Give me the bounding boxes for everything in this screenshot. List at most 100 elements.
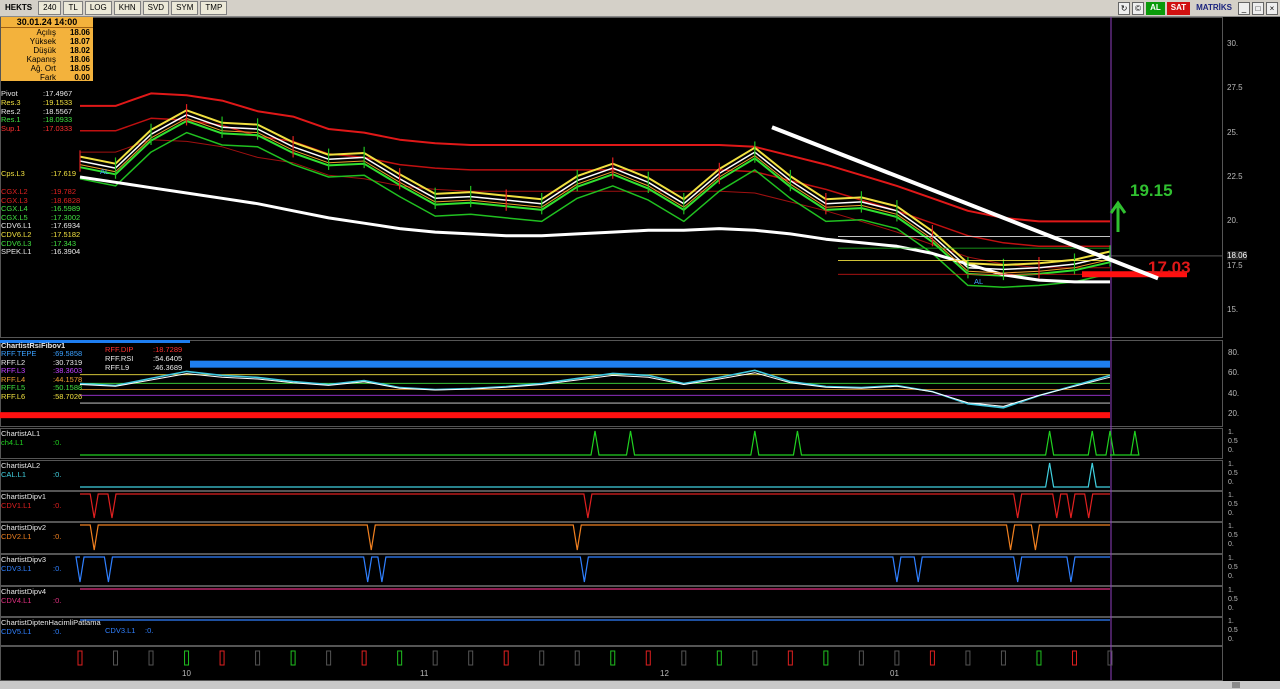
sub-line-value: :0. — [53, 596, 62, 605]
sub-axis-tick: 0. — [1228, 479, 1234, 486]
price-axis-tick: 17.5 — [1227, 260, 1243, 270]
sub-axis-tick: 0. — [1228, 636, 1234, 643]
indicator-label-value: :17.619 — [51, 169, 77, 178]
volume-bar — [1036, 650, 1042, 666]
indicator-label-name: RFF.L9 — [105, 363, 130, 372]
sub-line-value: :0. — [53, 564, 62, 573]
sub-axis-tick: 0.5 — [1228, 532, 1238, 539]
info-row-value: 18.02 — [69, 46, 90, 55]
indicator-label-value: :58.7026 — [53, 392, 83, 401]
volume-bar — [290, 650, 296, 666]
sub-panel-line-label: CDV5.L1 :0. — [1, 627, 61, 636]
volume-bar — [219, 650, 225, 666]
sub-axis-tick: 1. — [1228, 523, 1234, 530]
sub-line-name: CDV2.L1 — [1, 532, 32, 541]
indicator-label-name: SPEK.L1 — [1, 247, 32, 257]
horizontal-scrollbar[interactable] — [0, 681, 1280, 689]
price-axis-tick: 15. — [1227, 305, 1239, 315]
volume-bar — [361, 650, 367, 666]
volume-bar — [858, 650, 864, 666]
sub-line-name: CDV1.L1 — [1, 501, 32, 510]
indicator-label: RFF.L6 :58.7026 — [1, 392, 82, 401]
info-row: Düşük 18.02 — [1, 46, 93, 55]
indicator-label: Sup.1 :17.0333 — [1, 124, 72, 133]
sub-line-name: CDV4.L1 — [1, 596, 32, 605]
indicator-label-value: :19.1533 — [43, 97, 73, 107]
sub-axis-tick: 0.5 — [1228, 470, 1238, 477]
current-price-tag: 18.06 — [1227, 250, 1248, 260]
info-row-label: Düşük — [33, 46, 56, 55]
sub-axis-tick: 0.5 — [1228, 438, 1238, 445]
volume-bar — [965, 650, 971, 666]
indicator-label-name: Res.2 — [1, 106, 21, 116]
info-row-value: 18.07 — [69, 37, 90, 46]
rsi-axis-tick: 60. — [1228, 368, 1240, 378]
cdv3-extra-value: :0. — [145, 626, 154, 635]
info-row-value: 18.05 — [69, 64, 90, 73]
rsi-axis-tick: 80. — [1228, 348, 1240, 358]
sub-panel-title: ChartistDipv2 — [1, 523, 47, 532]
indicator-label-name: RFF.L6 — [1, 392, 26, 401]
info-row-value: 18.06 — [69, 55, 90, 64]
info-row: Kapanış 18.06 — [1, 55, 93, 64]
price-axis-tick: 30. — [1227, 38, 1239, 48]
volume-bar — [148, 650, 154, 666]
resistance-line-2 — [80, 117, 1110, 248]
info-row: Yüksek 18.07 — [1, 37, 93, 46]
info-row: Açılış 18.06 — [1, 28, 93, 37]
info-row-label: Yüksek — [29, 37, 56, 46]
sub-axis-tick: 0. — [1228, 541, 1234, 548]
up-arrow-icon — [1109, 200, 1127, 232]
sub-axis-tick: 0. — [1228, 605, 1234, 612]
al-marker-1: AL — [100, 167, 110, 176]
indicator-label-value: :16.3904 — [51, 247, 81, 257]
volume-bar — [894, 650, 900, 666]
indicator-label: RFF.DIP :18.7289 — [105, 345, 182, 354]
indicator-label: Pivot:17.4967 — [1, 89, 72, 98]
sub-axis-tick: 0. — [1228, 447, 1234, 454]
chart-canvas — [0, 17, 1223, 681]
indicator-label-value: :17.0333 — [43, 124, 73, 134]
sub-panel-title: ChartistDipv4 — [1, 587, 47, 596]
volume-bar — [326, 650, 332, 666]
sub-panel-line-label: CDV1.L1:0. — [1, 501, 61, 510]
panel-frame — [0, 17, 1223, 338]
price-axis-tick: 27.5 — [1227, 83, 1243, 93]
info-row: Fark 0.00 — [1, 73, 93, 82]
rsi-axis-tick: 20. — [1228, 408, 1240, 418]
indicator-label: Res.1:18.0933 — [1, 115, 72, 124]
sub-axis-tick: 0.5 — [1228, 501, 1238, 508]
volume-bar — [255, 650, 261, 666]
volume-bar — [823, 650, 829, 666]
sub-axis-tick: 1. — [1228, 587, 1234, 594]
sub-line-name: ch4.L1 — [1, 438, 24, 447]
indicator-label-name: Cps.L3 — [1, 169, 25, 178]
sub-line-value: :0. — [53, 627, 62, 636]
sub-panel-title: ChartistAL1 — [1, 429, 41, 438]
signal-line-al2 — [80, 462, 1110, 488]
sub-panel-title: ChartistAL2 — [1, 461, 41, 470]
volume-bar — [929, 650, 935, 666]
sub-line-value: :0. — [53, 438, 62, 447]
indicator-label-value: :18.0933 — [43, 115, 73, 125]
sub-line-name: CDV5.L1 — [1, 627, 32, 636]
price-axis-tick: 22.5 — [1227, 172, 1243, 181]
sub-axis-tick: 0.5 — [1228, 627, 1238, 634]
rsi-axis-tick: 40. — [1228, 388, 1240, 398]
x-axis-tick: 12 — [660, 669, 669, 678]
indicator-label-name: RFF.DIP — [105, 345, 134, 354]
sub-line-name: CDV3.L1 — [1, 564, 32, 573]
sub-panel-line-label: ch4.L1 :0. — [1, 438, 61, 447]
scrollbar-thumb[interactable] — [1232, 682, 1240, 688]
sub-axis-tick: 1. — [1228, 429, 1234, 436]
indicator-label-value: :18.5567 — [43, 106, 73, 116]
ohlc-info-box: 30.01.24 14:00 Açılış 18.06 Yüksek 18.07 Düş… — [1, 17, 93, 82]
indicator-label-value: :18.7289 — [153, 345, 183, 354]
price-band-orange — [79, 117, 1111, 274]
sub-panel-line-label: CDV4.L1 :0. — [1, 596, 61, 605]
volume-bar — [574, 650, 580, 666]
indicator-label: RFF.L9:46.3689 — [105, 363, 182, 372]
signal-line-dip2 — [80, 524, 1110, 551]
indicator-label: Res.2 :18.5567 — [1, 107, 72, 116]
indicator-label-name: Sup.1 — [1, 124, 21, 134]
